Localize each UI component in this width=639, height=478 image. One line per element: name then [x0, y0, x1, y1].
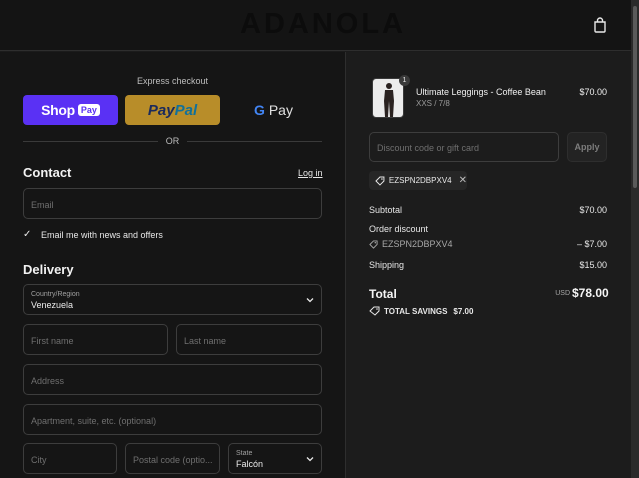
tag-icon: [375, 176, 385, 186]
total-savings-row: TOTAL SAVINGS $7.00: [369, 306, 473, 316]
chevron-down-icon: [306, 298, 314, 303]
chevron-down-icon: [306, 457, 314, 462]
email-field[interactable]: Email: [23, 188, 322, 219]
first-name-placeholder: First name: [31, 336, 74, 346]
country-label: Country/Region: [31, 291, 80, 298]
total-savings-label: TOTAL SAVINGS: [384, 306, 448, 316]
tag-icon: [369, 306, 380, 316]
last-name-field[interactable]: Last name: [176, 324, 322, 355]
brand-logo[interactable]: ADANOLA: [240, 8, 406, 41]
product-image: [372, 78, 404, 118]
last-name-placeholder: Last name: [184, 336, 227, 346]
log-in-link[interactable]: Log in: [298, 168, 323, 178]
shopping-bag-icon[interactable]: [593, 17, 607, 33]
contact-heading: Contact: [23, 165, 72, 180]
apartment-field[interactable]: Apartment, suite, etc. (optional): [23, 404, 322, 435]
page-scrollbar[interactable]: [631, 0, 639, 478]
applied-code-text: EZSPN2DBPXV4: [388, 176, 452, 185]
tag-icon: [369, 239, 378, 249]
email-placeholder: Email: [31, 200, 54, 210]
country-select[interactable]: Country/Region Venezuela: [23, 284, 322, 315]
product-variant: XXS / 7/8: [416, 99, 450, 108]
discount-code-text: EZSPN2DBPXV4: [382, 239, 453, 249]
discount-code-input[interactable]: Discount code or gift card: [369, 132, 559, 162]
total-currency: USD: [555, 290, 570, 297]
discount-code-row: EZSPN2DBPXV4: [369, 239, 453, 249]
shipping-label: Shipping: [369, 260, 405, 270]
apply-discount-button[interactable]: Apply: [567, 132, 607, 162]
google-g-icon: G: [254, 102, 265, 118]
total-value: $78.00: [572, 286, 609, 300]
shop-pay-badge: Pay: [77, 104, 100, 116]
shipping-value: $15.00: [579, 260, 607, 270]
country-value: Venezuela: [31, 300, 74, 310]
shop-pay-wordmark: Shop: [41, 102, 75, 118]
paypal-button[interactable]: PayPal: [125, 95, 220, 125]
discount-placeholder: Discount code or gift card: [377, 143, 480, 153]
shop-pay-button[interactable]: Shop Pay: [23, 95, 118, 125]
address-field[interactable]: Address: [23, 364, 322, 395]
or-text: OR: [165, 136, 180, 146]
scrollbar-thumb[interactable]: [633, 6, 637, 188]
product-model-icon: [384, 83, 394, 117]
state-value: Falcón: [236, 459, 264, 469]
subtotal-value: $70.00: [579, 205, 607, 215]
news-checkbox-label: Email me with news and offers: [41, 230, 163, 240]
state-label: State: [236, 450, 253, 457]
delivery-heading: Delivery: [23, 262, 74, 277]
total-label: Total: [369, 287, 397, 301]
discount-value: – $7.00: [576, 239, 607, 249]
state-select[interactable]: State Falcón: [228, 443, 322, 474]
quantity-badge: 1: [399, 75, 410, 86]
order-discount-label: Order discount: [369, 224, 429, 234]
or-divider: OR: [23, 136, 322, 148]
product-price: $70.00: [579, 87, 607, 97]
first-name-field[interactable]: First name: [23, 324, 168, 355]
checkmark-icon[interactable]: ✓: [23, 229, 35, 241]
total-savings-value: $7.00: [453, 306, 474, 316]
paypal-wordmark: PayPal: [147, 101, 198, 119]
apartment-placeholder: Apartment, suite, etc. (optional): [31, 416, 157, 426]
google-pay-wordmark: G Pay: [254, 102, 293, 118]
address-placeholder: Address: [31, 376, 65, 386]
city-field[interactable]: City: [23, 443, 117, 474]
postal-code-placeholder: Postal code (optio...: [133, 455, 213, 465]
subtotal-label: Subtotal: [369, 205, 403, 215]
express-checkout-label: Express checkout: [136, 76, 209, 86]
news-checkbox[interactable]: ✓ Email me with news and offers: [23, 229, 163, 241]
store-header: ADANOLA: [0, 0, 631, 51]
product-name: Ultimate Leggings - Coffee Bean: [416, 87, 546, 97]
postal-code-field[interactable]: Postal code (optio...: [125, 443, 220, 474]
google-pay-button[interactable]: G Pay: [226, 95, 321, 125]
applied-code-chip: EZSPN2DBPXV4 ✕: [369, 171, 467, 190]
city-placeholder: City: [31, 455, 47, 465]
remove-code-icon[interactable]: ✕: [459, 175, 467, 186]
